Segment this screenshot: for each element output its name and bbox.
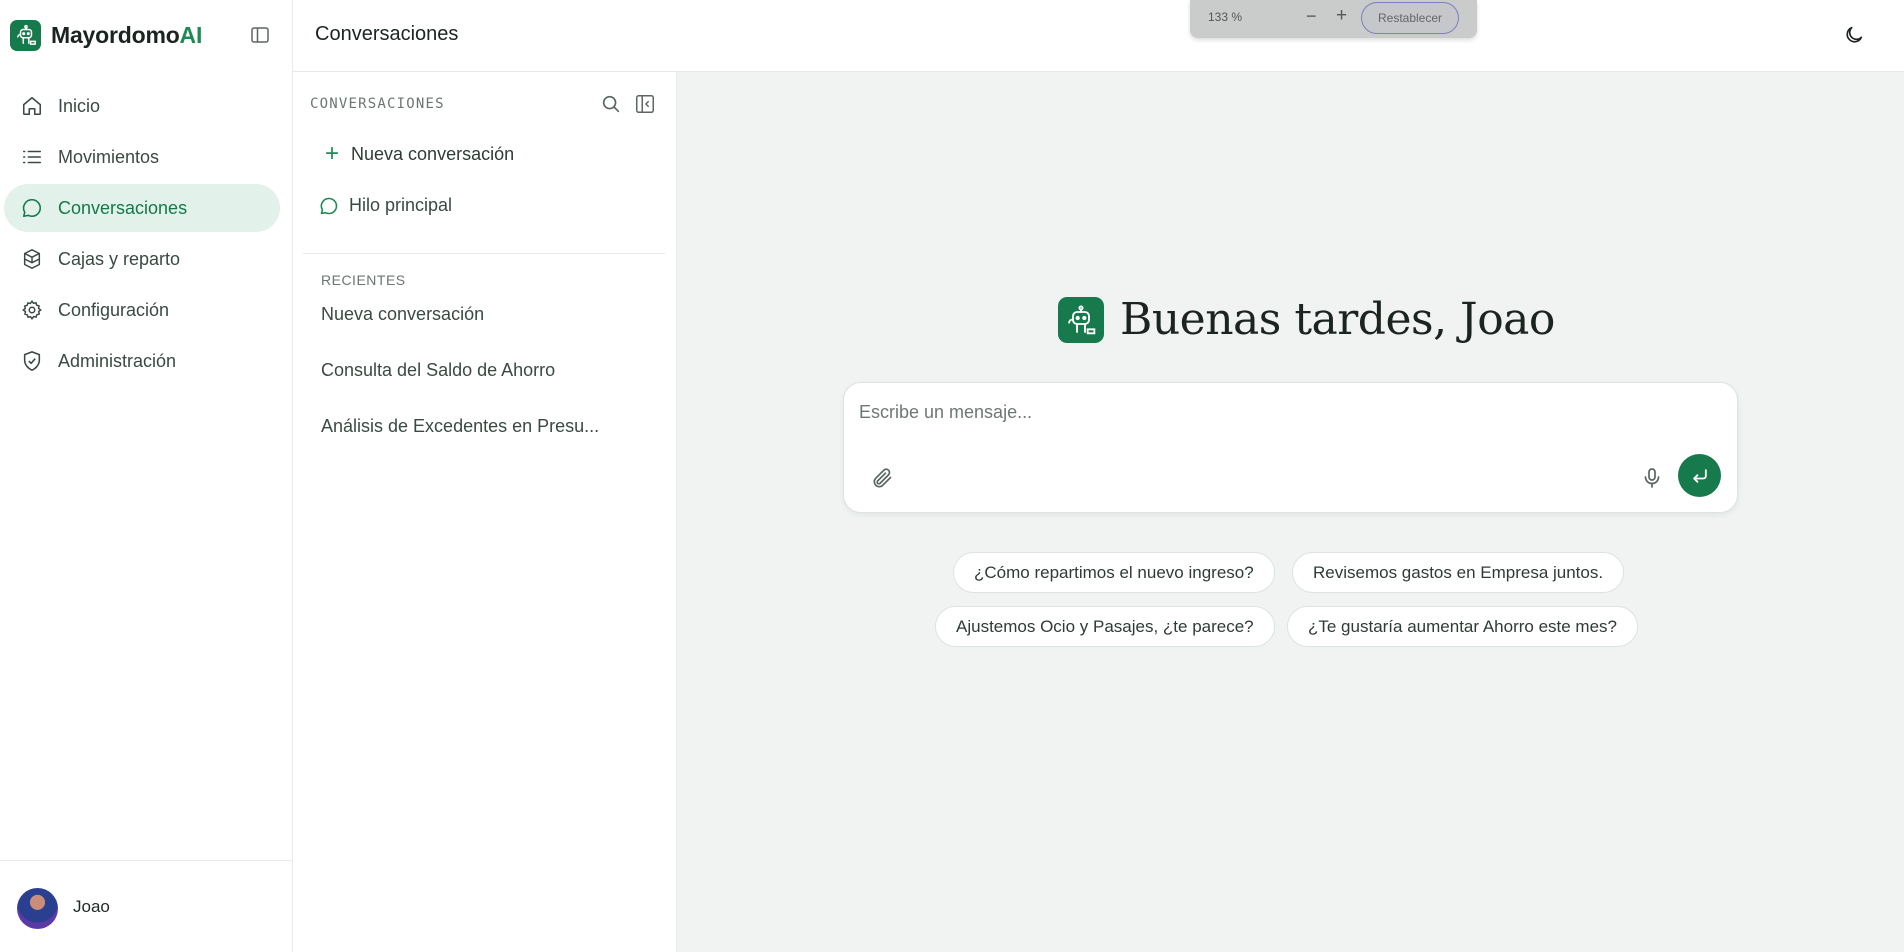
sidebar-item-cajas[interactable]: Cajas y reparto	[4, 235, 280, 283]
user-name: Joao	[73, 897, 110, 916]
user-menu[interactable]: Joao	[0, 860, 293, 952]
zoom-out-button[interactable]: −	[1306, 6, 1317, 27]
plus-icon: +	[325, 140, 340, 167]
paperclip-icon[interactable]	[870, 466, 894, 490]
chat-bubble-icon	[20, 196, 44, 220]
new-conversation-label: Nueva conversación	[351, 143, 515, 164]
sidebar-item-inicio[interactable]: Inicio	[4, 82, 280, 130]
suggestion-chip[interactable]: ¿Cómo repartimos el nuevo ingreso?	[953, 552, 1275, 593]
greeting: Buenas tardes, Joao	[1058, 294, 1555, 345]
boxes-icon	[20, 247, 44, 271]
robot-logo-icon	[10, 19, 41, 51]
zoom-control: 133 % − + Restablecer	[1190, 0, 1477, 38]
suggestion-chip[interactable]: Revisemos gastos en Empresa juntos.	[1292, 552, 1625, 593]
sidebar-item-movimientos[interactable]: Movimientos	[4, 133, 280, 181]
message-composer	[843, 382, 1738, 513]
main-thread-label: Hilo principal	[349, 195, 453, 215]
moon-icon[interactable]	[1843, 24, 1865, 46]
conversations-heading: CONVERSACIONES	[310, 96, 445, 112]
sidebar-item-label: Movimientos	[58, 146, 160, 167]
chat-area: Buenas tardes, Joao ¿Cómo repartimos el …	[677, 72, 1904, 952]
gear-icon	[20, 298, 44, 322]
enter-arrow-icon	[1692, 468, 1707, 483]
sidebar-item-label: Conversaciones	[58, 197, 188, 218]
recent-conversation-item[interactable]: Nueva conversación	[321, 304, 661, 360]
sidebar-item-conversaciones[interactable]: Conversaciones	[4, 184, 280, 232]
sidebar-item-configuracion[interactable]: Configuración	[4, 286, 280, 334]
home-icon	[20, 94, 44, 118]
message-input[interactable]	[859, 397, 1719, 427]
zoom-reset-button[interactable]: Restablecer	[1361, 2, 1459, 34]
sidebar-item-administracion[interactable]: Administración	[4, 337, 280, 385]
zoom-level: 133 %	[1208, 10, 1243, 24]
zoom-in-button[interactable]: +	[1336, 5, 1347, 27]
recent-list: Nueva conversación Consulta del Saldo de…	[321, 304, 661, 472]
brand-suffix: AI	[179, 21, 203, 48]
list-icon	[20, 145, 44, 169]
microphone-icon[interactable]	[1640, 466, 1664, 490]
suggestion-chip[interactable]: ¿Te gustaría aumentar Ahorro este mes?	[1287, 606, 1638, 647]
recent-conversation-item[interactable]: Consulta del Saldo de Ahorro	[321, 360, 661, 416]
sidebar-item-label: Configuración	[58, 299, 170, 320]
suggestion-chip[interactable]: Ajustemos Ocio y Pasajes, ¿te parece?	[935, 606, 1275, 647]
avatar	[17, 888, 58, 929]
chat-bubble-icon	[319, 196, 339, 216]
sidebar-item-label: Cajas y reparto	[58, 248, 181, 269]
top-header: Conversaciones 133 % − + Restablecer	[293, 0, 1904, 72]
recent-heading: RECIENTES	[321, 272, 406, 288]
robot-logo-icon	[1058, 296, 1104, 343]
greeting-text: Buenas tardes, Joao	[1120, 294, 1555, 345]
page-title: Conversaciones	[315, 23, 459, 45]
divider	[303, 253, 665, 254]
main-nav: Inicio Movimientos Conversaciones Cajas …	[4, 82, 280, 388]
new-conversation-button[interactable]: + Nueva conversación	[325, 142, 514, 166]
main-thread-item[interactable]: Hilo principal	[319, 195, 452, 216]
recent-conversation-item[interactable]: Análisis de Excedentes en Presu...	[321, 416, 661, 472]
app-sidebar: MayordomoAI Inicio Movimientos Conversac…	[0, 0, 293, 952]
sidebar-toggle-icon[interactable]	[250, 25, 270, 45]
shield-check-icon	[20, 349, 44, 373]
send-button[interactable]	[1678, 454, 1721, 497]
conversations-panel: CONVERSACIONES + Nueva conversación Hilo…	[293, 72, 677, 952]
sidebar-item-label: Inicio	[58, 95, 101, 116]
sidebar-item-label: Administración	[58, 350, 177, 371]
search-icon[interactable]	[600, 93, 622, 115]
brand-name: MayordomoAI	[51, 21, 203, 48]
brand[interactable]: MayordomoAI	[10, 19, 202, 51]
collapse-panel-icon[interactable]	[634, 93, 656, 115]
